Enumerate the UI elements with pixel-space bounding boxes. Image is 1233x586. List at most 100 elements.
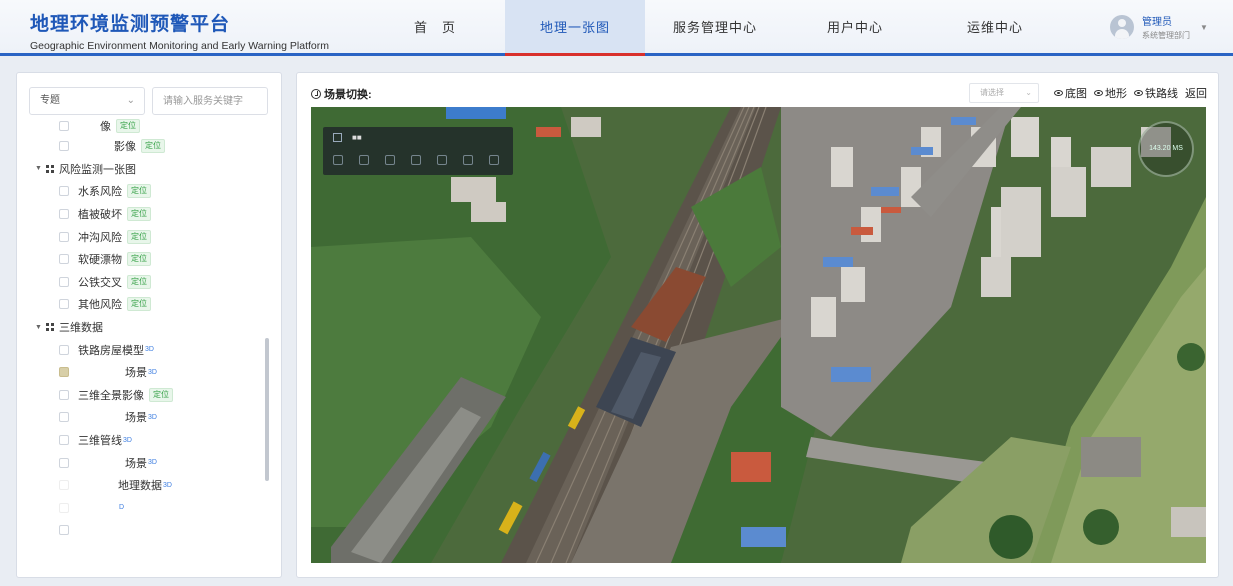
tree-item[interactable]: 三维全景影像 定位 <box>29 384 267 407</box>
tree-item-label: 水系风险 <box>78 186 122 199</box>
grid-icon <box>46 164 54 173</box>
locate-tag[interactable]: 定位 <box>141 139 165 154</box>
nav-service-center[interactable]: 服务管理中心 <box>645 0 785 53</box>
locate-tag[interactable]: 定位 <box>127 297 151 312</box>
tree-item-label: 冲沟风险 <box>78 231 122 244</box>
checkbox[interactable] <box>59 186 69 197</box>
tree-item-label: 植被破坏 <box>78 209 122 222</box>
tree-item[interactable]: 公铁交叉 定位 <box>29 271 267 294</box>
tree-group-risk[interactable]: ▼ 风险监测一张图 <box>29 158 267 181</box>
checkbox[interactable] <box>59 254 69 265</box>
checkbox[interactable] <box>59 141 69 152</box>
topic-select[interactable]: 专题 ⌄ <box>29 87 145 115</box>
locate-tag[interactable]: 定位 <box>149 387 173 402</box>
terrain-toggle[interactable]: 地形 <box>1094 85 1127 101</box>
locate-tag[interactable]: 定位 <box>116 119 140 133</box>
service-search-input[interactable] <box>152 87 268 115</box>
tree-item-label: 影像 <box>114 141 136 154</box>
tree-item[interactable] <box>29 519 267 542</box>
user-dept: 系统管理部门 <box>1142 31 1190 40</box>
settings-icon[interactable] <box>489 155 499 165</box>
locate-tag[interactable]: 定位 <box>127 207 151 222</box>
nav-user-center[interactable]: 用户中心 <box>785 0 925 53</box>
back-button[interactable]: 返回 <box>1185 85 1207 101</box>
tree-group-label: 三维数据 <box>59 322 103 335</box>
scene-select[interactable]: 请选择 ⌄ <box>969 83 1039 103</box>
railway-toggle[interactable]: 铁路线 <box>1134 85 1178 101</box>
tree-item[interactable]: 铁路房屋模型 3D <box>29 338 267 361</box>
tree-item[interactable]: 地理数据 3D <box>29 474 267 497</box>
tree-item[interactable]: 植被破坏 定位 <box>29 203 267 226</box>
overlay-title-text: ■■ <box>352 133 362 142</box>
measure-icon[interactable] <box>333 155 343 165</box>
tree-item-label: 公铁交叉 <box>78 276 122 289</box>
locate-tag[interactable]: 定位 <box>127 252 151 267</box>
tree-item[interactable]: 场景 3D <box>29 361 267 384</box>
tree-item[interactable]: 软硬漂物 定位 <box>29 248 267 271</box>
nav-geo-map[interactable]: 地理一张图 <box>505 0 645 56</box>
caret-down-icon[interactable]: ▼ <box>1200 23 1208 32</box>
chevron-down-icon: ⌄ <box>126 95 135 106</box>
tree-item[interactable]: 场景 3D <box>29 406 267 429</box>
area-icon[interactable] <box>385 155 395 165</box>
overlay-title: ■■ <box>333 133 362 142</box>
checkbox[interactable] <box>59 344 69 355</box>
tree-item[interactable]: 影像 定位 <box>29 135 267 158</box>
tree-item-label: 三维全景影像 <box>78 389 144 402</box>
tree-item[interactable]: 其他风险 定位 <box>29 293 267 316</box>
checkbox[interactable] <box>59 457 69 468</box>
filter-row: 专题 ⌄ <box>29 87 268 115</box>
3d-tag: 3D <box>123 436 132 444</box>
tree-group-3d[interactable]: ▼ 三维数据 <box>29 316 267 339</box>
overlay-icons <box>333 155 499 165</box>
caret-down-icon[interactable]: ▼ <box>35 165 45 172</box>
tree-item[interactable]: 三维管线 3D <box>29 429 267 452</box>
nav-ops-center[interactable]: 运维中心 <box>925 0 1065 53</box>
tree-item[interactable]: 冲沟风险 定位 <box>29 225 267 248</box>
grid-icon <box>46 323 54 332</box>
tree-item[interactable]: D <box>29 497 267 520</box>
nav-home[interactable]: 首 页 <box>365 0 505 53</box>
tool-label: 地形 <box>1105 88 1127 100</box>
checkbox[interactable] <box>59 502 69 513</box>
user-info: 管理员 系统管理部门 <box>1142 13 1190 41</box>
locate-tag[interactable]: 定位 <box>127 229 151 244</box>
locate-tag[interactable]: 定位 <box>127 184 151 199</box>
checkbox[interactable] <box>59 231 69 242</box>
tree-item[interactable]: 水系风险 定位 <box>29 180 267 203</box>
basemap-toggle[interactable]: 底图 <box>1054 85 1087 101</box>
tree-item-label: 像 <box>100 121 111 133</box>
clear-icon[interactable] <box>463 155 473 165</box>
tree-item[interactable]: 场景 3D <box>29 451 267 474</box>
checkbox[interactable] <box>59 209 69 220</box>
checkbox[interactable] <box>59 435 69 446</box>
checkbox[interactable] <box>59 121 69 131</box>
scene-overlay-toolbar: ■■ <box>323 127 513 175</box>
main-nav: 首 页 地理一张图 服务管理中心 用户中心 运维中心 <box>365 0 1065 56</box>
pin-icon[interactable] <box>411 155 421 165</box>
compass-widget[interactable]: 143.20 MS <box>1138 121 1194 177</box>
checkbox[interactable] <box>59 389 69 400</box>
3d-scene-view[interactable]: ■■ 143.20 MS <box>311 107 1206 563</box>
tree-item[interactable]: 像 定位 <box>29 117 267 135</box>
scene-switch-label: 场景切换: <box>324 89 372 101</box>
checkbox-checked[interactable] <box>59 367 69 378</box>
tree-item-label: 场景 <box>125 412 147 425</box>
checkbox[interactable] <box>59 299 69 310</box>
checkbox[interactable] <box>59 480 69 491</box>
chevron-down-icon: ⌄ <box>1025 88 1032 97</box>
checkbox[interactable] <box>59 412 69 423</box>
checkbox[interactable] <box>59 525 69 536</box>
scene-select-placeholder: 请选择 <box>980 88 1004 97</box>
caret-down-icon[interactable]: ▼ <box>35 324 45 331</box>
checkbox[interactable] <box>59 276 69 287</box>
3d-tag: 3D <box>148 459 157 467</box>
tree-scrollbar[interactable] <box>265 338 269 481</box>
view-icon[interactable] <box>437 155 447 165</box>
app-subtitle: Geographic Environment Monitoring and Ea… <box>30 40 329 52</box>
user-menu[interactable]: 管理员 系统管理部门 ▼ <box>1110 13 1208 41</box>
3d-tag: D <box>119 504 125 512</box>
draw-icon[interactable] <box>359 155 369 165</box>
locate-tag[interactable]: 定位 <box>127 274 151 289</box>
brand: 地理环境监测预警平台 Geographic Environment Monito… <box>30 9 329 52</box>
